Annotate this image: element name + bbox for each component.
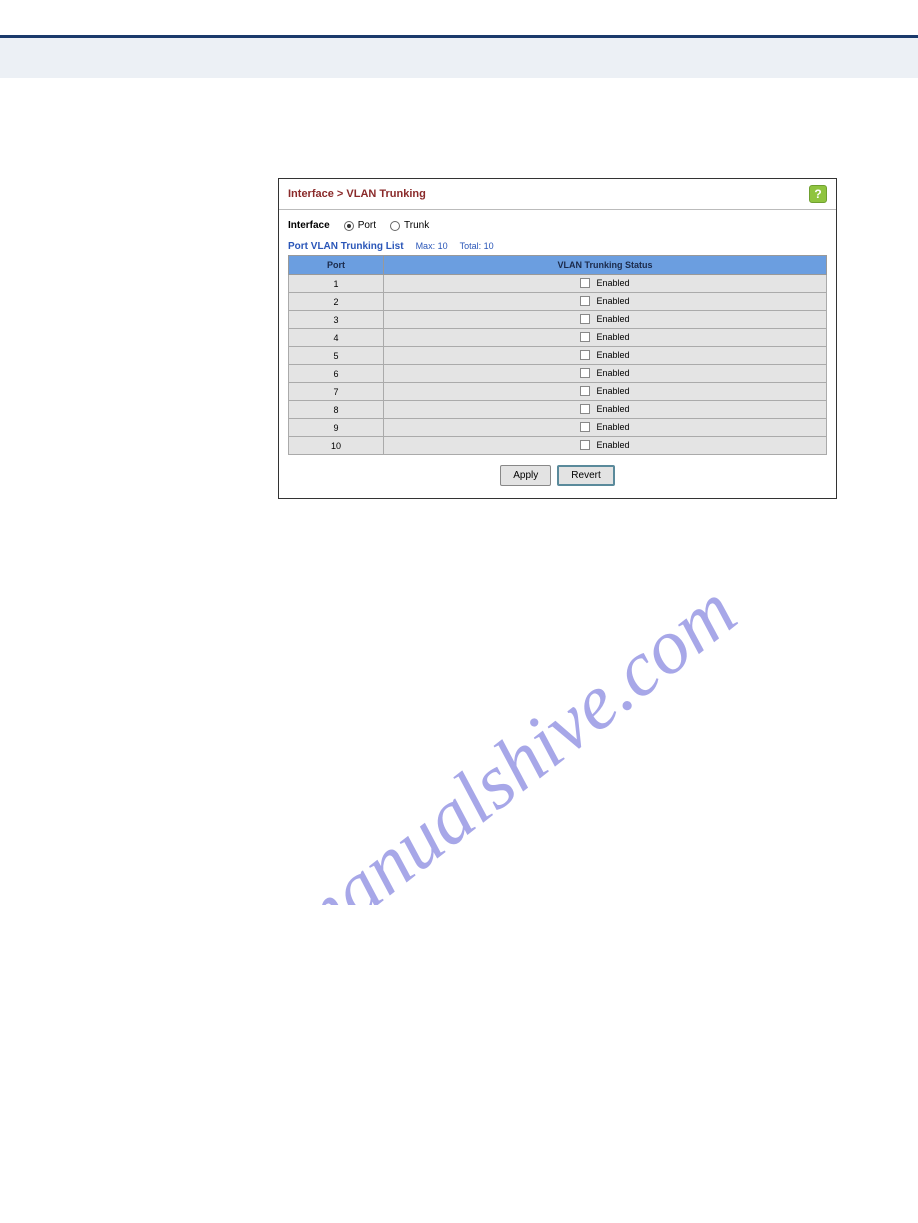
list-total: Total: 10 [460,241,494,251]
radio-port-label: Port [358,220,376,231]
cell-port: 3 [289,311,384,329]
col-header-port: Port [289,256,384,275]
checkbox-icon[interactable] [580,404,590,414]
breadcrumb: Interface > VLAN Trunking [288,188,426,200]
status-label: Enabled [596,278,629,288]
cell-port: 9 [289,419,384,437]
status-label: Enabled [596,386,629,396]
cell-port: 10 [289,437,384,455]
cell-port: 7 [289,383,384,401]
checkbox-icon[interactable] [580,332,590,342]
help-icon[interactable]: ? [809,185,827,203]
status-wrap: Enabled [580,386,629,396]
status-label: Enabled [596,332,629,342]
cell-status: Enabled [384,311,827,329]
revert-button[interactable]: Revert [557,465,614,486]
col-header-status: VLAN Trunking Status [384,256,827,275]
checkbox-icon[interactable] [580,386,590,396]
cell-port: 8 [289,401,384,419]
cell-port: 4 [289,329,384,347]
status-label: Enabled [596,296,629,306]
cell-port: 6 [289,365,384,383]
radio-trunk-label: Trunk [404,220,429,231]
checkbox-icon[interactable] [580,278,590,288]
table-row: 5 Enabled [289,347,827,365]
radio-trunk-group[interactable]: Trunk [390,220,429,231]
radio-trunk-dot[interactable] [390,221,400,231]
interface-selector-row: Interface Port Trunk [288,218,827,233]
status-wrap: Enabled [580,422,629,432]
apply-button[interactable]: Apply [500,465,551,486]
status-label: Enabled [596,422,629,432]
status-label: Enabled [596,314,629,324]
checkbox-icon[interactable] [580,422,590,432]
status-label: Enabled [596,350,629,360]
table-row: 10 Enabled [289,437,827,455]
cell-status: Enabled [384,401,827,419]
status-label: Enabled [596,440,629,450]
status-wrap: Enabled [580,368,629,378]
cell-status: Enabled [384,365,827,383]
svg-text:manualshive.com: manualshive.com [269,566,751,905]
status-wrap: Enabled [580,278,629,288]
vlan-trunking-panel: Interface > VLAN Trunking ? Interface Po… [278,178,837,499]
cell-status: Enabled [384,293,827,311]
panel-header: Interface > VLAN Trunking ? [279,179,836,210]
cell-port: 1 [289,275,384,293]
list-title: Port VLAN Trunking List [288,241,404,252]
table-row: 7 Enabled [289,383,827,401]
table-row: 9 Enabled [289,419,827,437]
list-title-row: Port VLAN Trunking List Max: 10 Total: 1… [288,241,827,252]
cell-port: 2 [289,293,384,311]
table-row: 3 Enabled [289,311,827,329]
cell-port: 5 [289,347,384,365]
cell-status: Enabled [384,329,827,347]
top-band [0,38,918,78]
checkbox-icon[interactable] [580,296,590,306]
cell-status: Enabled [384,419,827,437]
checkbox-icon[interactable] [580,368,590,378]
table-row: 4 Enabled [289,329,827,347]
checkbox-icon[interactable] [580,440,590,450]
panel-body: Interface Port Trunk Port VLAN Trunking … [279,210,836,498]
vlan-trunking-table: Port VLAN Trunking Status 1 Enabled 2 Enabl… [288,255,827,455]
status-wrap: Enabled [580,296,629,306]
table-row: 1 Enabled [289,275,827,293]
status-wrap: Enabled [580,440,629,450]
list-max: Max: 10 [416,241,448,251]
table-row: 8 Enabled [289,401,827,419]
cell-status: Enabled [384,383,827,401]
radio-port-group[interactable]: Port [344,220,376,231]
cell-status: Enabled [384,437,827,455]
checkbox-icon[interactable] [580,350,590,360]
button-row: Apply Revert [288,465,827,486]
cell-status: Enabled [384,347,827,365]
status-wrap: Enabled [580,332,629,342]
status-wrap: Enabled [580,404,629,414]
status-wrap: Enabled [580,350,629,360]
checkbox-icon[interactable] [580,314,590,324]
radio-port-dot[interactable] [344,221,354,231]
status-label: Enabled [596,404,629,414]
table-row: 6 Enabled [289,365,827,383]
status-wrap: Enabled [580,314,629,324]
interface-label: Interface [288,220,330,231]
table-row: 2 Enabled [289,293,827,311]
status-label: Enabled [596,368,629,378]
cell-status: Enabled [384,275,827,293]
